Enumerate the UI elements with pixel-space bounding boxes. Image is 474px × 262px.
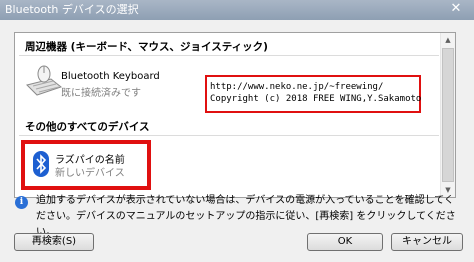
copyright-annotation: http://www.neko.ne.jp/~freewing/ Copyrig… bbox=[205, 75, 421, 113]
group-divider bbox=[19, 135, 439, 136]
scroll-thumb[interactable] bbox=[442, 48, 454, 182]
info-icon: i bbox=[15, 196, 28, 209]
window-title: Bluetooth デバイスの選択 bbox=[5, 3, 139, 16]
dialog-body: 周辺機器 (キーボード、マウス、ジョイスティック) Bluetooth Keyb… bbox=[0, 20, 474, 262]
device-name: Bluetooth Keyboard bbox=[61, 71, 160, 82]
annotation-copyright: Copyright (c) 2018 FREE WING,Y.Sakamoto bbox=[210, 94, 422, 104]
ok-button[interactable]: OK bbox=[307, 233, 383, 251]
group-divider bbox=[19, 55, 439, 56]
rescan-button[interactable]: 再検索(S) bbox=[14, 233, 94, 251]
keyboard-mouse-icon bbox=[26, 65, 63, 96]
close-button[interactable]: ✕ bbox=[444, 0, 468, 18]
highlight-box bbox=[21, 140, 151, 190]
title-bar: Bluetooth デバイスの選択 ✕ bbox=[0, 0, 474, 20]
device-list[interactable]: 周辺機器 (キーボード、マウス、ジョイスティック) Bluetooth Keyb… bbox=[14, 32, 456, 198]
group-header-peripherals: 周辺機器 (キーボード、マウス、ジョイスティック) bbox=[25, 41, 268, 53]
annotation-url: http://www.neko.ne.jp/~freewing/ bbox=[210, 82, 384, 92]
vertical-scrollbar[interactable]: ▲ ▼ bbox=[440, 33, 455, 197]
device-status: 既に接続済みです bbox=[61, 88, 141, 99]
cancel-button[interactable]: キャンセル bbox=[391, 233, 463, 251]
group-header-other: その他のすべてのデバイス bbox=[25, 121, 150, 133]
scroll-up-arrow-icon[interactable]: ▲ bbox=[441, 33, 455, 47]
